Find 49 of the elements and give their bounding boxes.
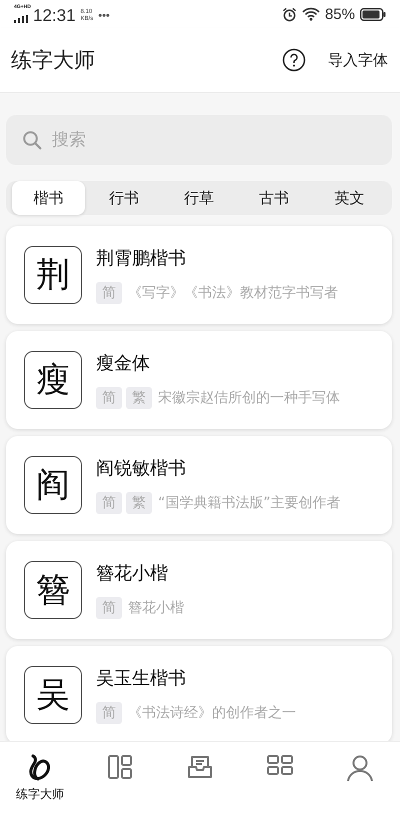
font-preview-glyph: 吴	[24, 666, 82, 724]
category-tab[interactable]: 楷书	[12, 181, 86, 215]
font-description: 《书法诗经》的创作者之一	[128, 704, 296, 722]
font-card[interactable]: 吴 吴玉生楷书 简 《书法诗经》的创作者之一	[6, 646, 392, 741]
script-tag: 繁	[126, 387, 152, 409]
nav-label: 练字大师	[16, 786, 64, 803]
nav-tab[interactable]: 练字大师	[5, 750, 75, 803]
script-tag: 简	[96, 597, 122, 619]
font-name: 阎锐敏楷书	[96, 457, 187, 480]
font-description: “国学典籍书法版”主要创作者	[158, 494, 341, 512]
font-card[interactable]: 簪 簪花小楷 简 簪花小楷	[6, 541, 392, 639]
grid-icon	[267, 754, 293, 776]
script-tag: 简	[96, 282, 122, 304]
battery-icon	[360, 8, 386, 20]
wifi-icon	[302, 7, 320, 21]
font-name: 瘦金体	[96, 352, 151, 375]
font-card[interactable]: 瘦 瘦金体 简 繁 宋徽宗赵佶所创的一种手写体	[6, 331, 392, 429]
font-description: 簪花小楷	[128, 599, 184, 617]
help-icon[interactable]	[282, 48, 306, 72]
script-tag: 简	[96, 492, 122, 514]
signal-icon	[14, 15, 28, 23]
person-icon	[346, 754, 374, 782]
font-name: 荆霄鹏楷书	[96, 247, 187, 270]
font-preview-glyph: 荆	[24, 246, 82, 304]
font-card[interactable]: 荆 荆霄鹏楷书 简 《写字》《书法》教材范字书写者	[6, 226, 392, 324]
script-tag: 简	[96, 387, 122, 409]
search-field[interactable]: 搜索	[6, 115, 392, 165]
clock-time: 12:31	[33, 6, 76, 26]
font-description: 《写字》《书法》教材范字书写者	[128, 284, 338, 302]
import-font-button[interactable]: 导入字体	[326, 48, 390, 72]
font-name: 簪花小楷	[96, 562, 169, 585]
font-preview-glyph: 阎	[24, 456, 82, 514]
font-card[interactable]: 阎 阎锐敏楷书 简 繁 “国学典籍书法版”主要创作者	[6, 436, 392, 534]
category-tab[interactable]: 英文	[312, 181, 386, 215]
script-tag: 繁	[126, 492, 152, 514]
font-name: 吴玉生楷书	[96, 667, 187, 690]
category-tab[interactable]: 古书	[238, 181, 311, 215]
alarm-icon	[282, 6, 297, 22]
inbox-icon	[187, 754, 213, 780]
font-preview-glyph: 簪	[24, 561, 82, 619]
category-tab[interactable]: 行草	[162, 181, 236, 215]
battery-percent: 85%	[324, 6, 355, 22]
layout-icon	[107, 754, 133, 780]
more-notifications: •••	[98, 10, 110, 22]
font-preview-glyph: 瘦	[24, 351, 82, 409]
category-tab[interactable]: 行书	[87, 181, 160, 215]
font-description: 宋徽宗赵佶所创的一种手写体	[158, 389, 340, 407]
script-tag: 简	[96, 702, 122, 724]
app-title: 练字大师	[11, 47, 95, 74]
